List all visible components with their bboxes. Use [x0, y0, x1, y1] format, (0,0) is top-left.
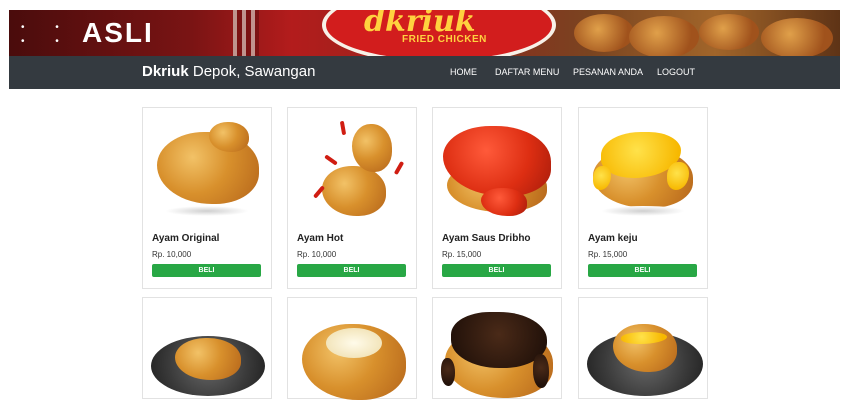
product-name: Ayam Hot: [297, 233, 344, 244]
banner-dots-decoration: • •: [21, 22, 73, 33]
buy-button[interactable]: BELI: [297, 264, 406, 277]
product-card: [287, 297, 417, 400]
header-banner: • • • • ASLI dkriuk FRIED CHICKEN: [9, 10, 840, 56]
banner-chicken-image: [699, 14, 759, 50]
product-image: [151, 118, 263, 218]
nav-link-daftar-menu[interactable]: DAFTAR MENU: [495, 67, 559, 77]
product-image: [441, 308, 553, 408]
product-card: Ayam keju Rp. 15,000 BELI: [578, 107, 708, 289]
product-image: [587, 308, 703, 408]
navbar-brand[interactable]: Dkriuk Depok, Sawangan: [142, 63, 315, 80]
product-image: [296, 308, 408, 408]
buy-button[interactable]: BELI: [588, 264, 697, 277]
product-name: Ayam Saus Dribho: [442, 233, 531, 244]
product-price: Rp. 10,000: [152, 250, 192, 259]
brand-name: Dkriuk: [142, 63, 189, 80]
nav-link-logout[interactable]: LOGOUT: [657, 67, 695, 77]
product-price: Rp. 15,000: [442, 250, 482, 259]
banner-stripe-decoration: [233, 10, 259, 56]
product-card: [578, 297, 708, 399]
product-card: Ayam Saus Dribho Rp. 15,000 BELI: [432, 107, 562, 289]
product-price: Rp. 10,000: [297, 250, 337, 259]
product-name: Ayam Original: [152, 233, 220, 244]
brand-logo-subtitle: FRIED CHICKEN: [402, 34, 487, 45]
banner-chicken-image: [629, 16, 699, 56]
product-card: Ayam Original Rp. 10,000 BELI: [142, 107, 272, 289]
buy-button[interactable]: BELI: [152, 264, 261, 277]
nav-link-pesanan-anda[interactable]: PESANAN ANDA: [573, 67, 643, 77]
brand-location: Depok, Sawangan: [188, 63, 316, 80]
banner-chicken-image: [574, 14, 634, 52]
banner-dots-decoration: • •: [21, 36, 73, 47]
product-image: [151, 308, 265, 408]
product-card: [432, 297, 562, 399]
buy-button[interactable]: BELI: [442, 264, 551, 277]
banner-chicken-image: [761, 18, 833, 56]
nav-link-home[interactable]: HOME: [450, 67, 477, 77]
product-image: [296, 118, 408, 218]
product-price: Rp. 15,000: [588, 250, 628, 259]
product-name: Ayam keju: [588, 233, 638, 244]
navbar: Dkriuk Depok, Sawangan HOME DAFTAR MENU …: [9, 56, 840, 89]
product-card: Ayam Hot Rp. 10,000 BELI: [287, 107, 417, 289]
product-image: [441, 118, 553, 218]
product-card: [142, 297, 272, 399]
banner-headline: ASLI: [82, 17, 154, 48]
product-image: [587, 118, 699, 218]
